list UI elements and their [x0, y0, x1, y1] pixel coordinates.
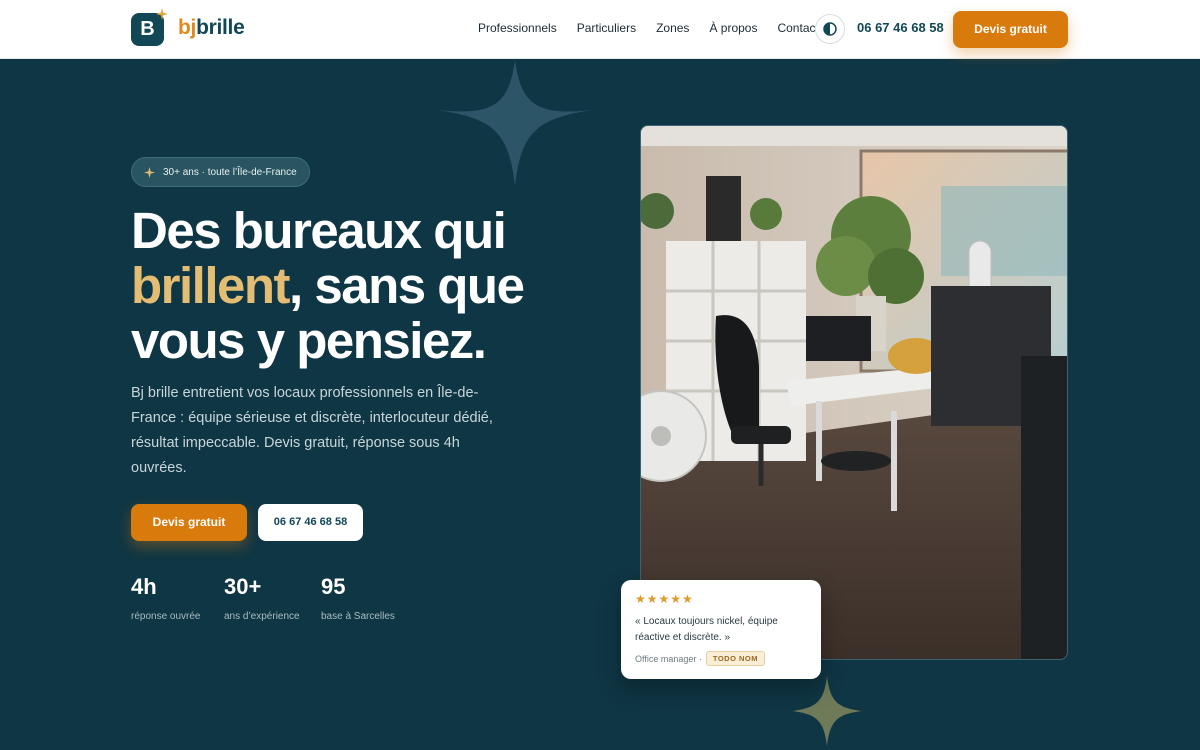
testimonial-role: Office manager · [635, 653, 702, 664]
nav-item-zones[interactable]: Zones [656, 21, 689, 35]
half-circle-icon [823, 22, 837, 36]
logo-wordmark[interactable]: bjbrille [178, 16, 245, 40]
hero-quote-button[interactable]: Devis gratuit [131, 504, 247, 541]
sparkle-icon [156, 8, 168, 20]
stat-label: ans d’expérience [224, 611, 300, 622]
header-phone-link[interactable]: 06 67 46 68 58 [857, 20, 944, 35]
rating-stars-icon: ★★★★★ [635, 592, 694, 606]
badge-label: 30+ ans · toute l’Île-de-France [163, 166, 297, 178]
decorative-star-small [792, 676, 862, 746]
stat-label: base à Sarcelles [321, 611, 395, 622]
stat-response-time: 4h réponse ouvrée [131, 574, 201, 622]
testimonial-card: ★★★★★ « Locaux toujours nickel, équipe r… [621, 580, 821, 679]
stat-value: 95 [321, 574, 346, 599]
nav-item-particuliers[interactable]: Particuliers [577, 21, 636, 35]
stat-value: 4h [131, 574, 157, 599]
headline-highlight: brillent [131, 257, 291, 314]
stat-base: 95 base à Sarcelles [321, 574, 395, 622]
experience-badge: 30+ ans · toute l’Île-de-France [131, 157, 310, 187]
main-nav: Professionnels Particuliers Zones À prop… [478, 21, 819, 35]
nav-item-contact[interactable]: Contact [777, 21, 818, 35]
hero-description: Bj brille entretient vos locaux professi… [131, 385, 493, 476]
theme-toggle-button[interactable] [815, 14, 845, 44]
logo-wordmark-part1: bj [178, 16, 197, 39]
testimonial-quote: « Locaux toujours nickel, équipe réactiv… [635, 616, 778, 643]
nav-item-a-propos[interactable]: À propos [709, 21, 757, 35]
hero-phone-button[interactable]: 06 67 46 68 58 [258, 504, 363, 541]
sparkle-icon [144, 166, 155, 178]
decorative-star-large [437, 60, 593, 186]
logo-wordmark-part2: brille [196, 16, 245, 39]
headline-rest: , sans que [289, 257, 525, 314]
site-header: B bjbrille Professionnels Particuliers Z… [0, 0, 1200, 59]
nav-item-professionnels[interactable]: Professionnels [478, 21, 557, 35]
hero-headline: Des bureaux qui brillent, sans que vous … [131, 203, 571, 368]
headline-line3: vous y pensiez. [131, 312, 487, 369]
stat-value: 30+ [224, 574, 262, 599]
stat-label: réponse ouvrée [131, 611, 201, 622]
testimonial-author: Office manager · TODO NOM [635, 651, 807, 666]
stat-experience: 30+ ans d’expérience [224, 574, 300, 622]
header-quote-button[interactable]: Devis gratuit [953, 11, 1068, 48]
headline-line1: Des bureaux qui [131, 202, 507, 259]
testimonial-name-tag: TODO NOM [705, 651, 765, 666]
